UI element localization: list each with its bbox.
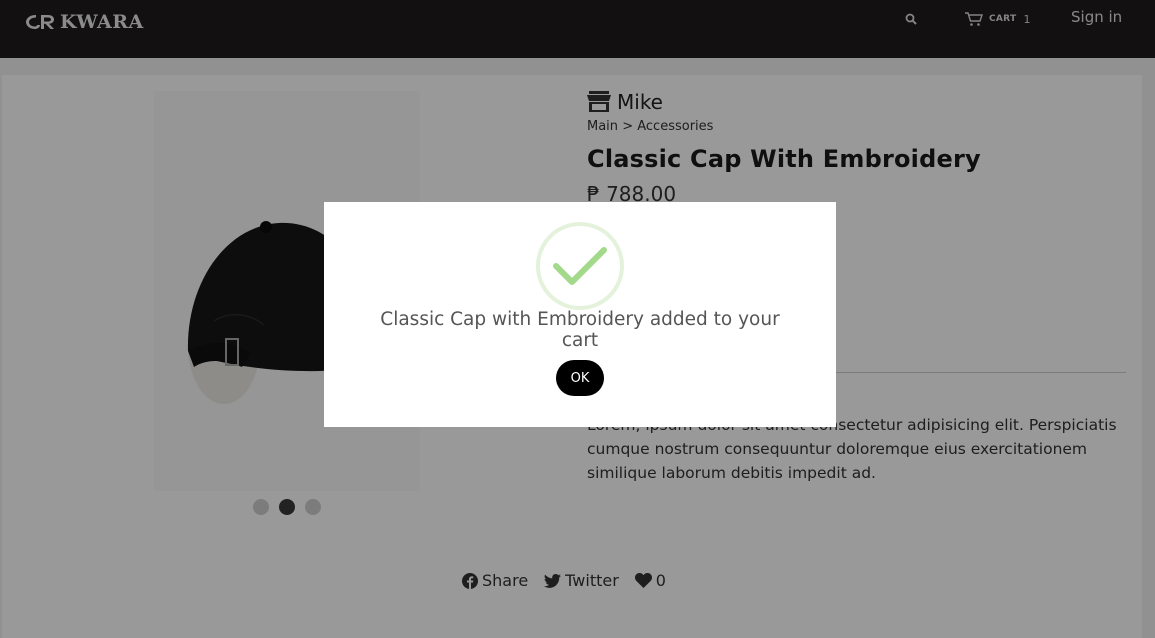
success-indicator [536, 222, 624, 310]
dialog-message: Classic Cap with Embroidery added to you… [380, 309, 780, 351]
checkmark-icon [553, 247, 607, 285]
added-to-cart-dialog: Classic Cap with Embroidery added to you… [324, 202, 836, 427]
ok-button[interactable]: OK [556, 360, 604, 396]
